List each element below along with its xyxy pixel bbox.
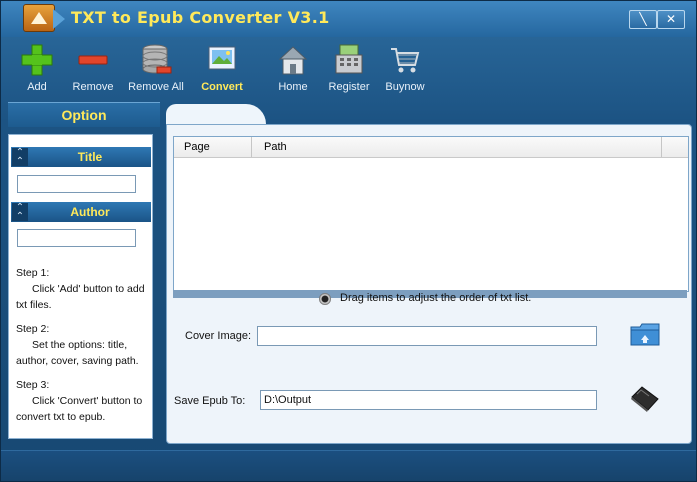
remove-button[interactable]: Remove	[58, 43, 128, 93]
title-input[interactable]	[17, 175, 136, 193]
options-panel: ⌃ ⌃ Title ⌃ ⌃ Author Step 1: Click 'Add' b…	[8, 134, 153, 439]
main-panel: Page Path Drag items to adjust the order…	[166, 124, 692, 444]
list-header: Page Path	[174, 137, 688, 158]
option-header: Option	[8, 102, 160, 127]
open-folder-icon	[629, 323, 661, 351]
buynow-button[interactable]: Buynow	[370, 43, 440, 93]
app-window: TXT to Epub Converter V3.1 ╲ ✕ Add Remov…	[0, 0, 697, 482]
title-section-header[interactable]: ⌃ ⌃ Title	[11, 147, 151, 167]
remove-label: Remove	[72, 81, 114, 93]
step-3: Step 3: Click 'Convert' button to conver…	[16, 377, 150, 425]
drag-hint-text: Drag items to adjust the order of txt li…	[340, 292, 532, 304]
close-icon: ✕	[665, 12, 677, 26]
step-body: Click 'Convert' button to convert txt to…	[16, 395, 143, 423]
txt-file-list[interactable]: Page Path	[173, 136, 689, 292]
close-button[interactable]: ✕	[657, 10, 685, 29]
step-heading: Step 2:	[16, 323, 50, 335]
main-tab	[166, 104, 266, 126]
buynow-label: Buynow	[385, 81, 425, 93]
database-remove-icon	[121, 43, 191, 77]
remove-all-label: Remove All	[128, 81, 184, 93]
window-title: TXT to Epub Converter V3.1	[71, 8, 330, 27]
title-bar: TXT to Epub Converter V3.1 ╲ ✕	[1, 1, 696, 37]
instructions: Step 1: Click 'Add' button to add txt fi…	[16, 265, 150, 433]
option-header-label: Option	[61, 107, 107, 123]
drag-hint-icon	[319, 293, 331, 305]
minus-icon	[58, 43, 128, 77]
column-header-path[interactable]: Path	[254, 137, 662, 157]
step-heading: Step 1:	[16, 267, 50, 279]
cover-image-label: Cover Image:	[185, 330, 252, 342]
author-input[interactable]	[17, 229, 136, 247]
minimize-button[interactable]: ╲	[629, 10, 657, 29]
folder-icon	[629, 386, 661, 417]
step-1: Step 1: Click 'Add' button to add txt fi…	[16, 265, 150, 313]
browse-save-button[interactable]	[629, 383, 661, 412]
shopping-cart-icon	[370, 43, 440, 77]
collapse-chevron-icon: ⌃ ⌃	[12, 148, 28, 167]
step-body: Set the options: title, author, cover, s…	[16, 339, 139, 367]
convert-button[interactable]: Convert	[187, 43, 257, 93]
author-section-label: Author	[70, 205, 110, 219]
save-path-input[interactable]: D:\Output	[260, 390, 597, 410]
title-section-label: Title	[77, 150, 103, 164]
convert-label: Convert	[201, 81, 243, 93]
step-body: Click 'Add' button to add txt files.	[16, 283, 145, 311]
app-logo-icon	[23, 4, 55, 32]
cover-image-input[interactable]	[257, 326, 597, 346]
app-logo-arrow-icon	[53, 9, 65, 29]
status-bar	[1, 450, 696, 481]
minimize-icon: ╲	[639, 12, 647, 26]
author-section-header[interactable]: ⌃ ⌃ Author	[11, 202, 151, 222]
step-2: Step 2: Set the options: title, author, …	[16, 321, 150, 369]
convert-image-icon	[187, 43, 257, 77]
step-heading: Step 3:	[16, 379, 50, 391]
column-header-page[interactable]: Page	[174, 137, 252, 157]
collapse-chevron-icon: ⌃ ⌃	[12, 203, 28, 222]
save-epub-label: Save Epub To:	[174, 395, 246, 407]
remove-all-button[interactable]: Remove All	[121, 43, 191, 93]
browse-cover-button[interactable]	[629, 321, 661, 347]
